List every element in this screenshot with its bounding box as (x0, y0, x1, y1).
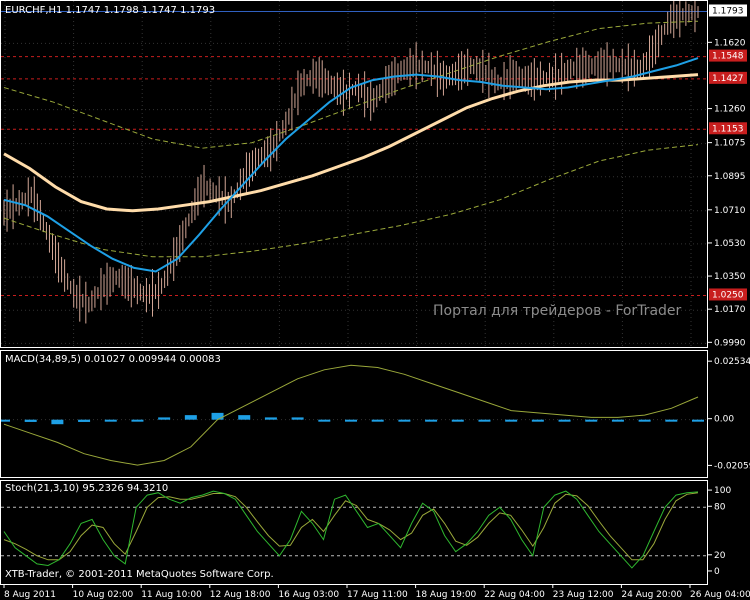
time-axis-label: 24 Aug 20:00 (621, 590, 682, 600)
stoch-axis-label: 20 (714, 551, 726, 561)
time-axis-label: 26 Aug 04:00 (690, 590, 750, 600)
price-chart-pane[interactable]: EURCHF,H1 1.1747 1.1798 1.1747 1.1793 По… (0, 0, 708, 348)
time-axis-label: 23 Aug 12:00 (553, 590, 614, 600)
current-price-label: 1.1793 (712, 6, 744, 16)
price-chart-title: EURCHF,H1 1.1747 1.1798 1.1747 1.1793 (5, 5, 216, 16)
time-axis-label: 11 Aug 10:00 (141, 590, 202, 600)
time-x-axis: 8 Aug 2011 10 Aug 02:00 11 Aug 10:00 12 Aug… (3, 585, 750, 600)
price-axis-label: 1.0350 (714, 272, 746, 282)
price-level-label: 1.0250 (712, 290, 744, 300)
macd-histogram-bar (131, 419, 144, 422)
time-axis-label: 12 Aug 18:00 (210, 590, 271, 600)
time-axis-label: 22 Aug 04:00 (484, 590, 545, 600)
macd-histogram-bar (211, 412, 224, 420)
macd-histogram-bar (104, 419, 117, 422)
price-axis-label: 1.0170 (714, 305, 746, 315)
macd-histogram-bar (184, 415, 197, 420)
time-axis-label: 18 Aug 19:00 (416, 590, 477, 600)
macd-histogram-bar (505, 419, 518, 422)
macd-histogram-bar (478, 419, 491, 422)
watermark: Портал для трейдеров - ForTrader (433, 303, 682, 319)
macd-histogram-bar (425, 419, 438, 422)
macd-chart[interactable] (0, 351, 707, 477)
price-level-label: 1.1548 (712, 52, 744, 62)
macd-histogram-bar (531, 419, 544, 422)
stoch-main-line (3, 490, 699, 569)
footer-copyright: XTB-Trader, © 2001-2011 MetaQuotes Softw… (5, 569, 274, 580)
macd-histogram-bar (692, 419, 704, 422)
macd-signal-line (3, 364, 699, 466)
macd-histogram-bar (665, 419, 678, 422)
price-axis-label: 1.1075 (714, 139, 746, 149)
stoch-axis-label: 100 (714, 486, 731, 496)
macd-axis-label: 0.02534 (714, 357, 750, 367)
macd-histogram-bar (318, 419, 331, 422)
macd-pane[interactable]: MACD(34,89,5) 0.01027 0.009944 0.00083 (0, 350, 708, 478)
price-axis-label: 1.1260 (714, 105, 746, 115)
fast-ma-line (3, 57, 699, 273)
stoch-axis-label: 0 (714, 567, 720, 577)
price-axis-label: 1.0530 (714, 239, 746, 249)
macd-histogram-bar (638, 419, 651, 422)
macd-histogram-bar (158, 417, 171, 420)
macd-histogram-bar (398, 419, 411, 422)
macd-histogram-bar (78, 419, 91, 422)
macd-histogram-bar (291, 417, 304, 420)
macd-histogram-bar (451, 419, 464, 422)
macd-axis-label: -0.02059 (714, 461, 750, 471)
stoch-axis-label: 80 (714, 502, 726, 512)
price-level-label: 1.1427 (712, 74, 744, 84)
macd-axis-label: 0.00 (714, 415, 734, 425)
macd-histogram-bar (371, 419, 384, 422)
macd-histogram-bar (611, 419, 624, 422)
price-chart[interactable] (1, 0, 707, 347)
stoch-pane[interactable]: Stoch(21,3,10) 95.2326 94.3210 XTB-Trade… (0, 480, 708, 585)
time-axis-label: 16 Aug 03:00 (278, 590, 339, 600)
macd-histogram-bar (585, 419, 598, 422)
time-axis-label: 10 Aug 02:00 (73, 590, 134, 600)
macd-histogram-bar (24, 419, 37, 422)
price-level-label: 1.1153 (712, 124, 744, 134)
macd-histogram-bar (264, 417, 277, 420)
slow-ma-line (3, 73, 699, 213)
macd-histogram-bar (345, 419, 357, 422)
time-axis-label: 8 Aug 2011 (4, 590, 56, 600)
macd-histogram-bar (51, 419, 64, 425)
time-axis-label: 17 Aug 11:00 (347, 590, 408, 600)
macd-histogram-bar (0, 419, 10, 422)
macd-title: MACD(34,89,5) 0.01027 0.009944 0.00083 (5, 354, 221, 365)
price-axis-label: 1.0895 (714, 172, 746, 182)
price-axis-label: 1.1620 (714, 38, 746, 48)
stoch-title: Stoch(21,3,10) 95.2326 94.3210 (5, 483, 169, 494)
price-y-axis: 1.1620 1.1260 1.1075 1.0895 1.0710 1.0530 1.03… (708, 4, 750, 577)
macd-histogram-bar (558, 419, 571, 422)
macd-histogram-bar (238, 415, 251, 420)
price-axis-label: 0.9990 (714, 338, 746, 348)
price-axis-label: 1.0710 (714, 206, 746, 216)
